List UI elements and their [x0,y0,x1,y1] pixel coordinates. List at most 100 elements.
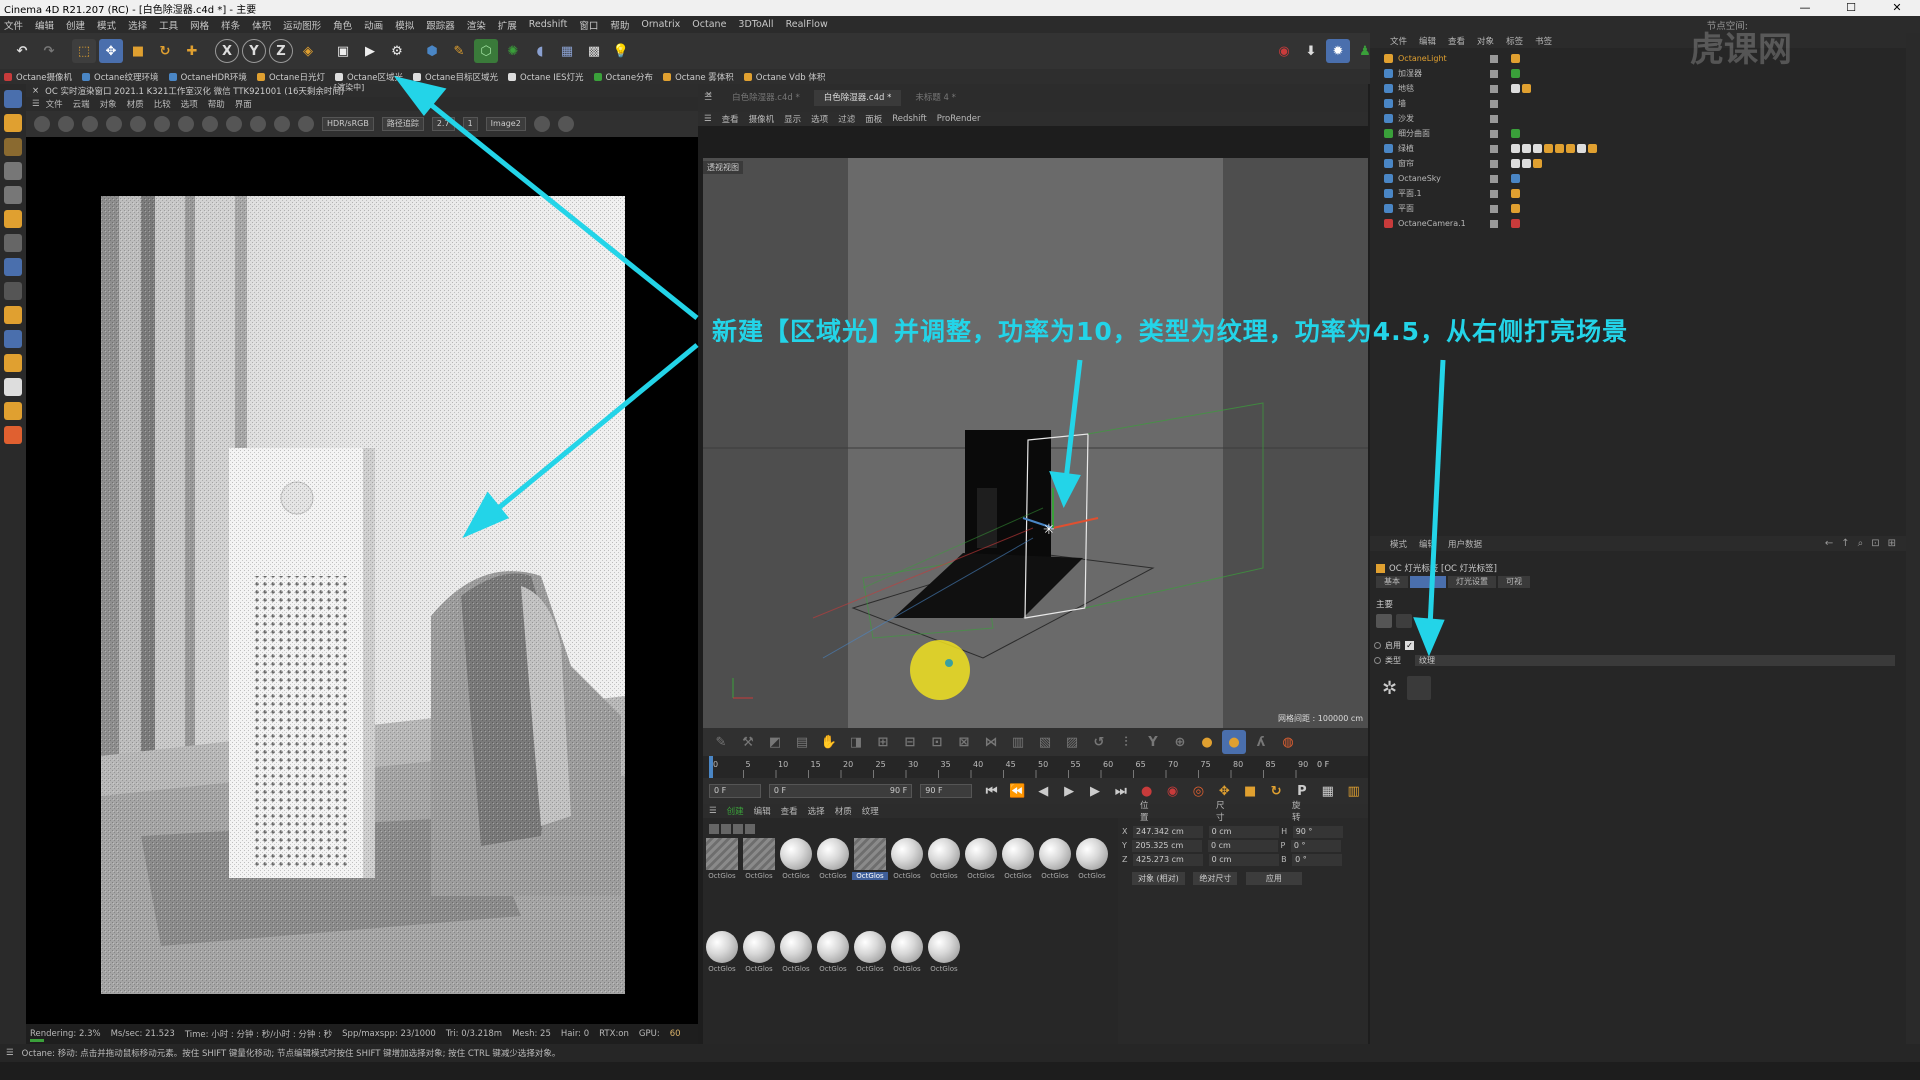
material-swatch[interactable]: OctGlos [889,838,925,886]
kernel-select[interactable]: 路径追踪 [381,117,424,131]
object-row[interactable]: 沙发 [1370,111,1906,126]
enable-checkbox[interactable]: ✓ [1405,641,1414,650]
perspective-viewport[interactable]: ✳ [703,158,1368,728]
max-frame-field[interactable]: 90 F [920,784,973,798]
object-tag-icon[interactable] [1522,159,1531,168]
menu-item[interactable]: 网格 [190,18,209,32]
prev-key-icon[interactable]: ⏪ [1006,779,1029,803]
visibility-toggle[interactable] [1490,99,1498,108]
object-row[interactable]: 绿植 [1370,141,1906,156]
node-editor-icon[interactable] [1407,676,1432,700]
object-row[interactable]: 窗帘 [1370,156,1906,171]
render-menu-item[interactable]: 云端 [73,98,90,110]
material-swatch[interactable]: OctGlos [889,931,925,979]
keyframe-dot-icon[interactable] [1374,642,1381,649]
object-menu-item[interactable]: 对象 [1477,35,1494,47]
visibility-toggle[interactable] [1490,219,1498,228]
doc-tab-3[interactable]: 未标题 4 * [905,90,966,106]
value-a-field[interactable]: 2.7 [431,117,455,131]
y-icon[interactable]: Y [1141,730,1165,754]
menu-item[interactable]: Redshift [529,19,568,30]
dissolve-icon[interactable]: ▧ [1033,730,1057,754]
apply-button[interactable]: 应用 [1245,872,1302,885]
keyframe-icon[interactable]: ◎ [1187,779,1210,803]
pla-key-icon[interactable]: ▦ [1316,779,1339,803]
viewport-menu-item[interactable]: 摄像机 [749,113,775,125]
render-view-icon[interactable]: ▣ [331,39,355,63]
object-tag-icon[interactable] [1522,144,1531,153]
object-tag-icon[interactable] [1511,144,1520,153]
object-tag-icon[interactable] [1522,84,1531,93]
light-preset-icon[interactable] [1376,614,1392,628]
object-row[interactable]: OctaneSky [1370,171,1906,186]
menu-item[interactable]: 角色 [333,18,352,32]
object-tag-icon[interactable] [1511,219,1520,228]
material-swatch[interactable]: OctGlos [704,838,740,886]
prev-frame-icon[interactable]: ◀ [1032,779,1055,803]
object-tag-icon[interactable] [1511,129,1520,138]
menu-item[interactable]: 编辑 [35,18,54,32]
viewport-menu-item[interactable]: 面板 [865,113,882,125]
help-gear-icon[interactable]: ✲ [1382,678,1397,699]
next-frame-icon[interactable]: ▶ [1084,779,1107,803]
brush-icon[interactable]: ✎ [709,730,733,754]
viewport-menu-item[interactable]: 查看 [722,113,739,125]
magnet-icon[interactable]: ✋ [817,730,841,754]
extrude-icon[interactable]: ▤ [790,730,814,754]
cube-icon[interactable]: ⬢ [420,39,444,63]
sun-icon[interactable] [34,116,50,132]
z-axis-button[interactable]: Z [269,39,293,63]
object-tag-icon[interactable] [1555,144,1564,153]
material-swatch[interactable]: OctGlos [741,931,777,979]
menu-hamburger-icon[interactable]: ☰ [32,99,40,109]
focus-icon[interactable] [154,116,170,132]
object-row[interactable]: 平面 [1370,201,1906,216]
object-tag-icon[interactable] [1533,144,1542,153]
stitch-icon[interactable]: ⋈ [979,730,1003,754]
object-menu-item[interactable]: 查看 [1448,35,1465,47]
rotation-b-field[interactable]: 0 ° [1292,854,1343,866]
object-row[interactable]: 墙 [1370,96,1906,111]
menu-item[interactable]: RealFlow [786,19,828,30]
material-swatch[interactable]: OctGlos [778,838,814,886]
uv-icon[interactable] [4,378,22,396]
object-tag-icon[interactable] [1511,54,1520,63]
active-ball-icon[interactable]: ● [1222,730,1246,754]
menu-item[interactable]: Ornatrix [641,19,680,30]
material-menu-item[interactable]: 创建 [727,805,744,817]
visibility-toggle[interactable] [1490,54,1498,63]
region-icon[interactable] [130,116,146,132]
menu-item[interactable]: 运动图形 [283,18,321,32]
object-row[interactable]: 平面.1 [1370,186,1906,201]
plugin-button[interactable]: Octane纹理环境 [82,71,159,83]
visibility-toggle[interactable] [1490,69,1498,78]
visibility-toggle[interactable] [1490,144,1498,153]
deform-icon[interactable]: ◍ [1276,730,1300,754]
object-tag-icon[interactable] [1511,69,1520,78]
timeline-icon[interactable]: ▥ [1342,779,1365,803]
loop-icon[interactable]: ⊡ [925,730,949,754]
figure-icon[interactable]: ʎ [1249,730,1273,754]
orange-ball-icon[interactable]: ● [1195,730,1219,754]
new-panel-icon[interactable]: ⊞ [1888,538,1896,549]
image-slot-select[interactable]: Image2 [485,117,526,131]
polygons-mode-icon[interactable] [4,210,22,228]
object-menu-item[interactable]: 编辑 [1419,35,1436,47]
y-axis-button[interactable]: Y [242,39,266,63]
grid-icon[interactable] [4,330,22,348]
menu-hamburger-icon[interactable]: ☰ [6,1048,14,1058]
color-space-select[interactable]: HDR/sRGB [322,117,374,131]
render-menu-item[interactable]: 文件 [46,98,63,110]
attribute-menu-item[interactable]: 编辑 [1419,538,1436,550]
move-tool-icon[interactable]: ✥ [99,39,123,63]
keyframe-dot-icon[interactable] [1374,657,1381,664]
material-swatch[interactable]: OctGlos [926,838,962,886]
visibility-toggle[interactable] [1490,84,1498,93]
menu-item[interactable]: 动画 [364,18,383,32]
material-menu-item[interactable]: 材质 [835,805,852,817]
maximize-button[interactable]: ☐ [1828,0,1874,16]
plugin-button[interactable]: OctaneHDR环境 [168,71,247,83]
menu-item[interactable]: 窗口 [579,18,598,32]
plugin-button[interactable]: Octane Vdb 体积 [743,71,825,83]
light-icon[interactable]: 💡 [609,39,633,63]
